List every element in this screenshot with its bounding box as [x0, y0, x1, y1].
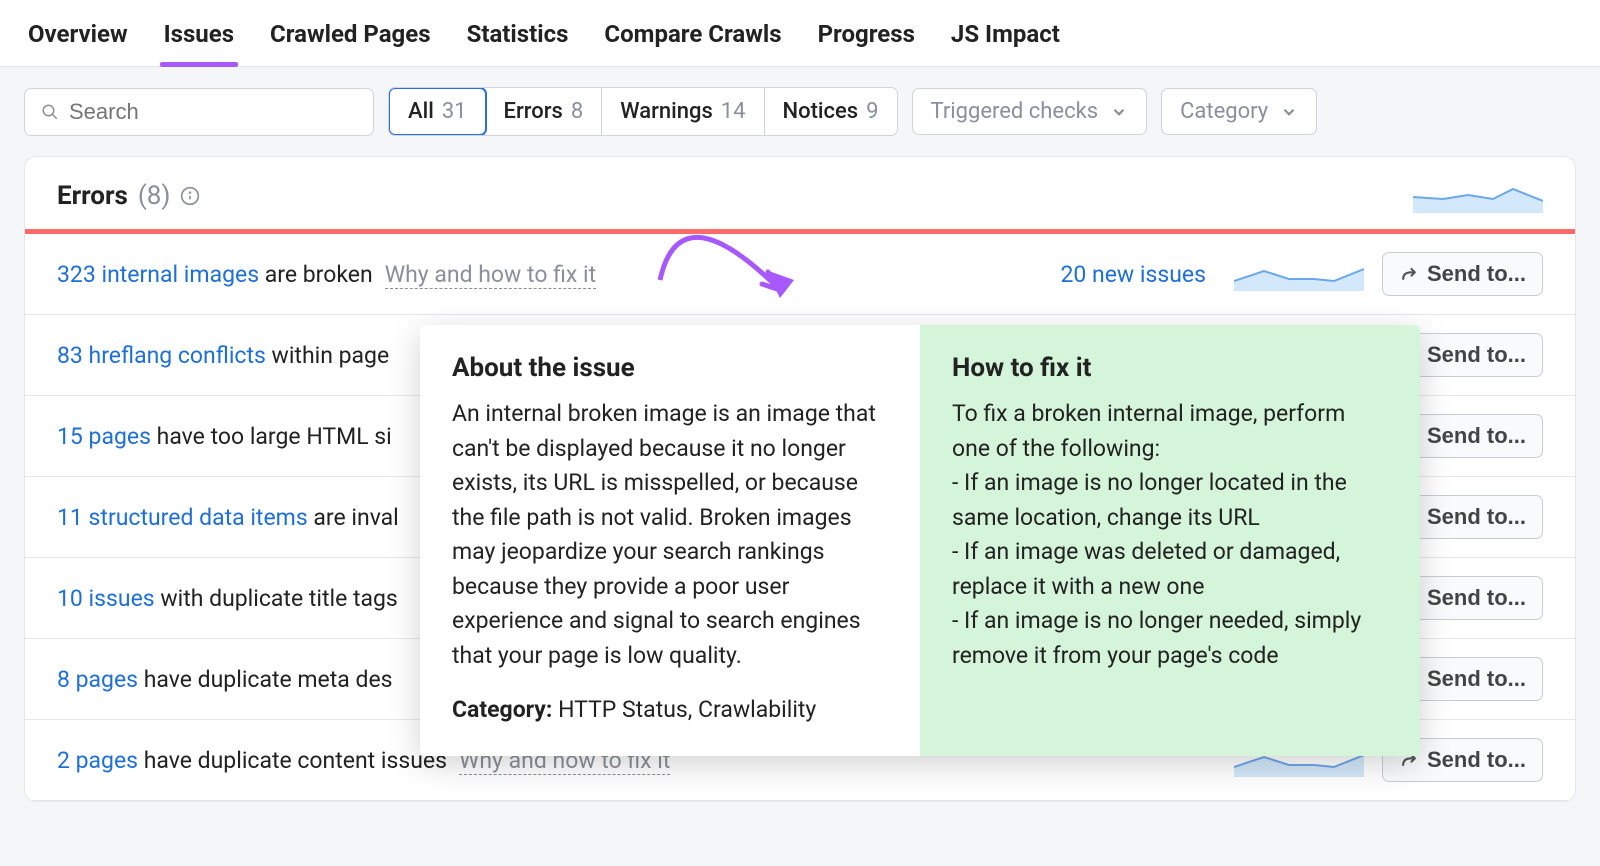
- why-and-how-link[interactable]: Why and how to fix it: [385, 261, 596, 289]
- panel-header: Errors (8): [25, 157, 1575, 229]
- filter-count: 14: [721, 99, 746, 124]
- search-input[interactable]: [69, 99, 357, 125]
- info-icon[interactable]: [180, 186, 200, 206]
- issue-row: 323 internal images are broken Why and ho…: [25, 234, 1575, 315]
- issue-link[interactable]: 10 issues: [57, 585, 155, 612]
- issue-rest: have duplicate content issues: [138, 747, 447, 774]
- arrow-right-icon: [1399, 264, 1419, 284]
- tab-js-impact[interactable]: JS Impact: [947, 12, 1064, 66]
- filter-label: Notices: [783, 99, 859, 124]
- category-value: HTTP Status, Crawlability: [552, 696, 816, 723]
- filter-group: All 31 Errors 8 Warnings 14 Notices 9: [388, 87, 898, 136]
- tab-statistics[interactable]: Statistics: [463, 12, 573, 66]
- dropdown-label: Category: [1180, 99, 1268, 124]
- filter-errors[interactable]: Errors 8: [486, 88, 603, 135]
- popover-fix: How to fix it To fix a broken internal i…: [920, 325, 1420, 756]
- tab-compare-crawls[interactable]: Compare Crawls: [600, 12, 785, 66]
- issue-details-popover: About the issue An internal broken image…: [420, 325, 1420, 756]
- filter-count: 8: [571, 99, 583, 124]
- search-icon: [41, 101, 59, 123]
- filter-label: Errors: [504, 99, 563, 124]
- filter-label: Warnings: [620, 99, 713, 124]
- send-to-label: Send to...: [1427, 585, 1526, 611]
- tab-issues[interactable]: Issues: [160, 12, 238, 66]
- tab-progress[interactable]: Progress: [814, 12, 919, 66]
- filter-count: 31: [442, 99, 467, 124]
- about-body: An internal broken image is an image tha…: [452, 397, 888, 673]
- triggered-checks-dropdown[interactable]: Triggered checks: [912, 88, 1148, 135]
- issue-link[interactable]: 2 pages: [57, 747, 138, 774]
- send-to-label: Send to...: [1427, 747, 1526, 773]
- fix-body: To fix a broken internal image, perform …: [952, 397, 1388, 673]
- issue-rest: are inval: [308, 504, 399, 531]
- issue-rest: with duplicate title tags: [155, 585, 398, 612]
- toolbar: All 31 Errors 8 Warnings 14 Notices 9 Tr…: [0, 67, 1600, 156]
- sparkline: [1234, 257, 1364, 291]
- issue-text: 323 internal images are broken Why and ho…: [57, 261, 1042, 288]
- issue-link[interactable]: 15 pages: [57, 423, 151, 450]
- send-to-label: Send to...: [1427, 423, 1526, 449]
- tab-overview[interactable]: Overview: [24, 12, 132, 66]
- panel-count: (8): [138, 181, 171, 211]
- category-label: Category:: [452, 696, 552, 723]
- about-title: About the issue: [452, 353, 888, 383]
- category-dropdown[interactable]: Category: [1161, 88, 1317, 135]
- issue-rest: within page: [266, 342, 389, 369]
- dropdown-label: Triggered checks: [931, 99, 1099, 124]
- fix-title: How to fix it: [952, 353, 1388, 383]
- chevron-down-icon: [1280, 103, 1298, 121]
- panel-title: Errors: [57, 181, 128, 211]
- filter-notices[interactable]: Notices 9: [765, 88, 897, 135]
- filter-warnings[interactable]: Warnings 14: [602, 88, 764, 135]
- send-to-label: Send to...: [1427, 261, 1526, 287]
- issue-link[interactable]: 11 structured data items: [57, 504, 308, 531]
- new-issues-link[interactable]: 20 new issues: [1060, 261, 1206, 288]
- send-to-label: Send to...: [1427, 666, 1526, 692]
- send-to-label: Send to...: [1427, 342, 1526, 368]
- tab-crawled-pages[interactable]: Crawled Pages: [266, 12, 435, 66]
- main-tabs: Overview Issues Crawled Pages Statistics…: [0, 0, 1600, 67]
- issue-link[interactable]: 83 hreflang conflicts: [57, 342, 266, 369]
- filter-all[interactable]: All 31: [388, 87, 487, 136]
- search-box[interactable]: [24, 88, 374, 136]
- sparkline-header: [1413, 179, 1543, 213]
- issue-rest: have too large HTML si: [151, 423, 392, 450]
- send-to-label: Send to...: [1427, 504, 1526, 530]
- filter-label: All: [408, 99, 434, 124]
- issue-link[interactable]: 8 pages: [57, 666, 138, 693]
- issue-link[interactable]: 323 internal images: [57, 261, 259, 288]
- send-to-button[interactable]: Send to...: [1382, 252, 1543, 296]
- chevron-down-icon: [1110, 103, 1128, 121]
- issue-rest: are broken: [259, 261, 373, 288]
- filter-count: 9: [866, 99, 878, 124]
- popover-about: About the issue An internal broken image…: [420, 325, 920, 756]
- issue-rest: have duplicate meta des: [138, 666, 392, 693]
